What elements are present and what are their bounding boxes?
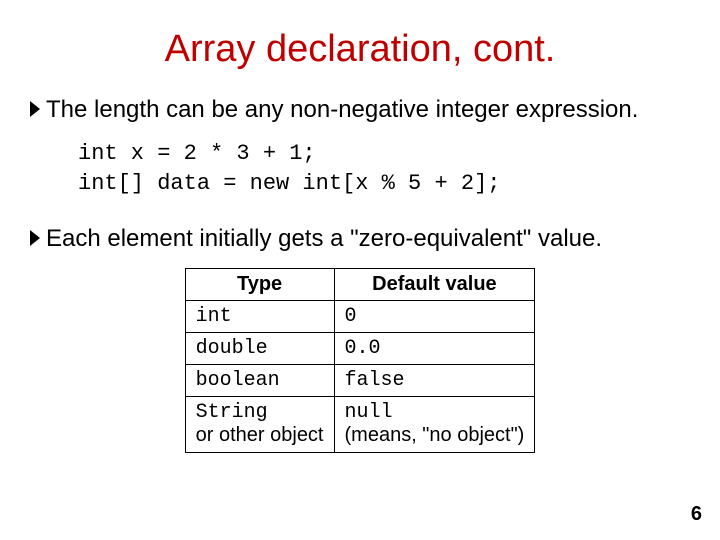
cell-type: int (185, 301, 334, 333)
slide-title: Array declaration, cont. (30, 28, 690, 71)
cell-value: false (334, 365, 535, 397)
cell-value: null (means, "no object") (334, 397, 535, 453)
cell-type: boolean (185, 365, 334, 397)
cell-value-code: null (345, 401, 393, 424)
cell-type: String or other object (185, 397, 334, 453)
table-row: boolean false (185, 365, 535, 397)
table-row: double 0.0 (185, 333, 535, 365)
cell-value: 0.0 (334, 333, 535, 365)
cell-type-code: String (196, 401, 268, 424)
cell-value: 0 (334, 301, 535, 333)
table-row: int 0 (185, 301, 535, 333)
bullet-1-text: The length can be any non-negative integ… (46, 95, 638, 125)
header-type: Type (185, 269, 334, 301)
page-number: 6 (691, 503, 702, 526)
header-value: Default value (334, 269, 535, 301)
code-example: int x = 2 * 3 + 1; int[] data = new int[… (78, 139, 690, 198)
cell-type: double (185, 333, 334, 365)
table-row: String or other object null (means, "no … (185, 397, 535, 453)
bullet-2-text: Each element initially gets a "zero-equi… (46, 224, 602, 254)
bullet-2: Each element initially gets a "zero-equi… (30, 224, 690, 254)
defaults-table: Type Default value int 0 double 0.0 bool… (185, 268, 536, 453)
table-header-row: Type Default value (185, 269, 535, 301)
play-bullet-icon (30, 230, 42, 246)
play-bullet-icon (30, 101, 42, 117)
cell-type-note: or other object (196, 424, 324, 446)
slide: Array declaration, cont. The length can … (0, 0, 720, 463)
cell-value-note: (means, "no object") (345, 424, 525, 446)
bullet-1: The length can be any non-negative integ… (30, 95, 690, 125)
